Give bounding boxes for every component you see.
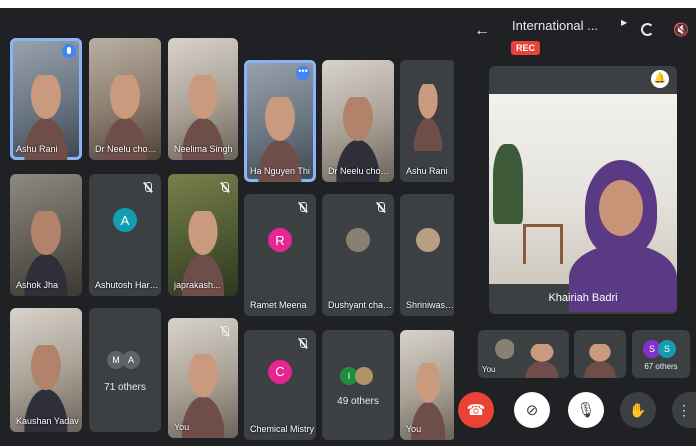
participant-grid: Ashu Rani Dr Neelu chou... Neelima Singh… — [0, 8, 460, 446]
participant-tile[interactable]: ••• Ha Nguyen Thi — [244, 60, 316, 182]
participant-name: You — [174, 422, 190, 432]
participant-avatar-photo — [346, 228, 370, 253]
participant-tile[interactable]: Ashu Rani — [10, 38, 82, 160]
participant-name: You — [406, 424, 422, 434]
others-avatar — [355, 367, 373, 386]
participant-name: japrakash... — [174, 280, 221, 290]
participant-name: Neelima Singh — [174, 144, 233, 154]
participant-name: Dr Neelu chou... — [95, 144, 160, 154]
speaking-indicator-icon — [62, 44, 76, 58]
participant-video — [584, 344, 616, 378]
participant-tile[interactable]: R Ramet Meena — [244, 194, 316, 316]
participant-tile[interactable]: C Chemical Mistry — [244, 330, 316, 440]
participant-tile[interactable]: A Ashutosh Harit... — [89, 174, 161, 296]
more-options-icon[interactable]: ••• — [296, 66, 310, 80]
mic-off-icon — [219, 326, 230, 337]
participant-tile[interactable]: I 49 others — [322, 330, 394, 440]
participant-tile[interactable]: Dr Neelu chou... — [322, 60, 394, 182]
participant-tile[interactable]: Shriniwas Gurj... — [400, 194, 456, 316]
participant-avatar-photo — [416, 228, 440, 253]
table-decor — [523, 224, 563, 264]
speaker-off-icon[interactable]: 🔇 — [673, 22, 689, 38]
participant-tile[interactable]: Neelima Singh — [168, 38, 238, 160]
participant-name: Ashok Jha — [16, 280, 59, 290]
participant-tile[interactable]: japrakash... — [168, 174, 238, 296]
participant-tile[interactable]: Dr Neelu chou... — [89, 38, 161, 160]
others-avatars: M A — [107, 351, 140, 370]
speaker-face — [585, 160, 657, 256]
others-avatars: I — [340, 367, 373, 386]
mic-off-button[interactable]: 🎙 — [568, 392, 604, 428]
switch-camera-icon[interactable] — [641, 23, 654, 36]
participant-name: Ashutosh Harit... — [95, 280, 160, 290]
participant-video — [525, 344, 558, 378]
right-panel: ← International ... ▶ 🔇 REC 🔔 Khairiah B… — [454, 8, 696, 446]
self-avatar — [494, 339, 515, 360]
pin-icon[interactable]: 🔔 — [651, 70, 669, 88]
meeting-title[interactable]: International ... — [512, 18, 598, 33]
participant-tile[interactable]: You — [168, 318, 238, 438]
spotlight-name: Khairiah Badri — [548, 292, 618, 304]
participant-avatar: C — [268, 359, 292, 384]
spotlight-tile[interactable]: 🔔 Khairiah Badri — [489, 66, 677, 314]
participant-name: Ashu Rani — [16, 144, 58, 154]
participant-thumbnail[interactable] — [574, 330, 626, 378]
participant-tile[interactable]: Ashu Rani — [400, 60, 456, 182]
participant-tile[interactable]: M A 71 others — [89, 308, 161, 432]
participant-tile[interactable]: You — [400, 330, 456, 440]
mic-off-icon — [297, 338, 308, 349]
back-arrow-icon[interactable]: ← — [474, 22, 490, 40]
participant-tile[interactable]: Ashok Jha — [10, 174, 82, 296]
participant-name: Dr Neelu chou... — [328, 166, 393, 176]
others-count: 71 others — [104, 382, 146, 394]
meet-window: Ashu Rani Dr Neelu chou... Neelima Singh… — [0, 8, 696, 446]
participant-name: Chemical Mistry — [250, 424, 315, 434]
participant-name: Dushyant chau... — [328, 300, 393, 310]
participant-name: Shriniwas Gurj... — [406, 300, 456, 310]
others-thumbnail[interactable]: S S 67 others — [632, 330, 690, 378]
thumbnail-name: You — [482, 365, 496, 374]
mic-off-icon — [142, 182, 153, 193]
mic-off-icon — [297, 202, 308, 213]
end-call-button[interactable]: ☎ — [458, 392, 494, 428]
chevron-right-icon[interactable]: ▶ — [621, 18, 627, 27]
participant-thumbnail[interactable] — [514, 330, 569, 378]
recording-badge: REC — [511, 41, 541, 55]
others-avatars: S S — [643, 340, 676, 359]
participant-name: Kaushan Yadav — [16, 416, 79, 426]
spotlight-video — [489, 94, 677, 312]
others-avatar: S — [658, 340, 676, 359]
participant-avatar: R — [268, 228, 292, 253]
participant-video — [414, 84, 442, 152]
participant-name: Ashu Rani — [406, 166, 448, 176]
others-avatar: A — [122, 351, 140, 370]
participant-avatar: A — [113, 208, 137, 233]
camera-off-button[interactable]: ⊘ — [514, 392, 550, 428]
mic-off-icon — [375, 202, 386, 213]
participant-name: Ha Nguyen Thi — [250, 166, 310, 176]
mic-off-icon — [219, 182, 230, 193]
plant-decor — [493, 144, 523, 224]
participant-tile[interactable]: Kaushan Yadav — [10, 308, 82, 432]
others-count: 49 others — [337, 396, 379, 407]
more-options-button[interactable]: ⋮ — [672, 392, 696, 428]
raise-hand-button[interactable]: ✋ — [620, 392, 656, 428]
others-count: 67 others — [644, 361, 678, 371]
participant-tile[interactable]: Dushyant chau... — [322, 194, 394, 316]
participant-name: Ramet Meena — [250, 300, 307, 310]
